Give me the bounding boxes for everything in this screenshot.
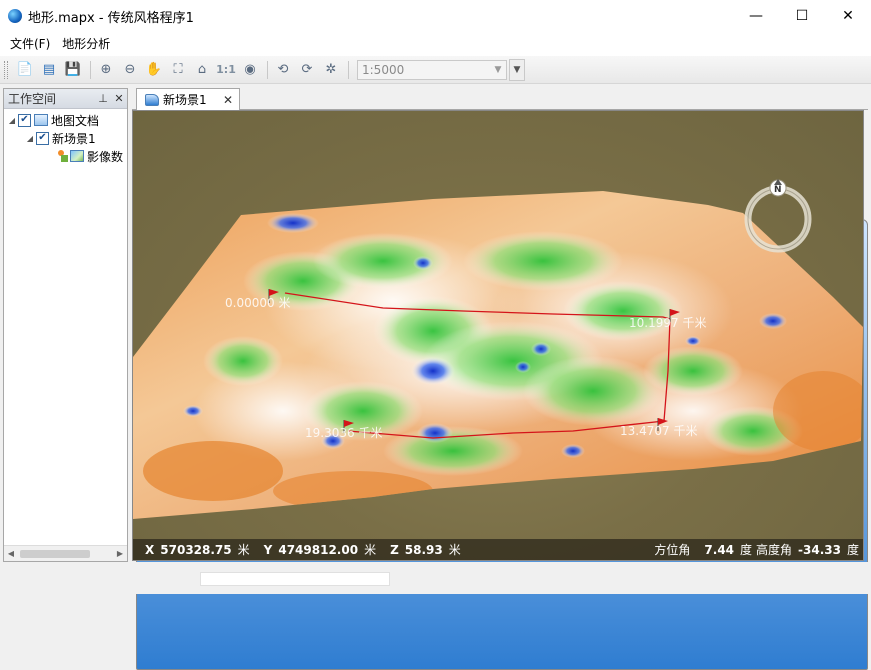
maximize-button[interactable]: ☐	[779, 0, 825, 32]
x-unit: 米	[237, 543, 250, 557]
minimize-button[interactable]: —	[733, 0, 779, 32]
azimuth-label: 方位角	[654, 543, 691, 557]
app-globe-icon	[8, 9, 22, 23]
scale-select-value: 1:5000	[362, 62, 405, 77]
application-status-bar	[0, 562, 871, 594]
checkbox-map-document[interactable]: ✔	[18, 113, 31, 127]
scale-select[interactable]: 1:5000 ▼	[357, 59, 507, 80]
visibility-icon[interactable]: ◉	[239, 59, 261, 81]
pin-icon[interactable]: ⊥	[95, 92, 111, 105]
scrollbar-track[interactable]	[18, 549, 113, 559]
azimuth-unit: 度	[740, 543, 753, 557]
workspace-title: 工作空间	[8, 92, 57, 106]
map-document-icon	[34, 114, 48, 126]
y-value: 4749812.00	[278, 542, 359, 557]
one-to-one-icon[interactable]: 1:1	[215, 59, 237, 81]
full-extent-icon[interactable]: ⛶	[167, 59, 189, 81]
elevation-value: -34.33	[798, 542, 841, 557]
x-value: 570328.75	[160, 542, 232, 557]
window-controls: — ☐ ✕	[733, 0, 871, 32]
zoom-in-icon[interactable]: ⊕	[95, 59, 117, 81]
z-value: 58.93	[404, 542, 443, 557]
scene-3d-view[interactable]: 0.00000 米 10.1997 千米 19.3036 千米 13.4707 …	[132, 110, 864, 561]
z-label: Z	[390, 542, 399, 557]
measure-label: 19.3036 千米	[305, 426, 382, 440]
measure-label: 13.4707 千米	[620, 424, 697, 438]
tree-item-scene[interactable]: ◢ ✔ 新场景1	[4, 129, 868, 670]
compass-north-label: N	[774, 185, 782, 195]
menu-file[interactable]: 文件(F)	[4, 33, 56, 55]
tab-label: 新场景1	[163, 93, 207, 107]
new-document-icon[interactable]: 📄	[14, 59, 36, 81]
close-button[interactable]: ✕	[825, 0, 871, 32]
tree-item-map-document[interactable]: ◢ ✔ 地图文档	[4, 111, 127, 129]
menu-terrain-analysis[interactable]: 地形分析	[56, 33, 116, 55]
layer-state-icon	[58, 150, 68, 162]
workspace-panel: 工作空间 ⊥ ✕ ◢ ✔ 地图文档 ◢ ✔ 新场景1 影像数 ◀ ▶	[3, 88, 868, 670]
tree-item-image-layer[interactable]: 影像数	[4, 147, 127, 165]
toolbar: 📄 ▤ 💾 ⊕ ⊖ ✋ ⛶ ⌂ 1:1 ◉ ⟲ ⟳ ✲ 1:5000 ▼ ▼	[0, 56, 871, 84]
scrollbar-thumb[interactable]	[20, 549, 90, 558]
elevation-label: 高度角	[756, 543, 793, 557]
tree-item-label: 影像数	[87, 149, 124, 164]
azimuth-value: 7.44	[704, 542, 735, 557]
status-field	[200, 572, 390, 586]
toolbar-overflow-button[interactable]: ▼	[509, 58, 525, 81]
document-tab-strip: 新场景1 ✕	[132, 88, 868, 110]
chevron-down-icon: ▼	[494, 64, 502, 75]
close-icon[interactable]: ✕	[111, 92, 127, 105]
scene-icon	[145, 93, 159, 106]
expand-arrow-icon[interactable]: ◢	[24, 134, 36, 143]
checkbox-scene[interactable]: ✔	[36, 131, 49, 145]
workspace-tree: ◢ ✔ 地图文档 ◢ ✔ 新场景1 影像数	[4, 109, 868, 670]
open-icon[interactable]: ▤	[38, 59, 60, 81]
toolbar-grip[interactable]	[4, 60, 8, 79]
z-unit: 米	[448, 543, 461, 557]
scene-status-bar: X 570328.75 米 Y 4749812.00 米 Z 58.93 米 方…	[133, 539, 863, 560]
toolbar-separator	[348, 60, 349, 79]
save-icon[interactable]: 💾	[62, 59, 84, 81]
menu-bar: 文件(F) 地形分析	[0, 32, 871, 56]
y-unit: 米	[364, 543, 377, 557]
toolbar-separator	[267, 60, 268, 79]
terrain-canvas[interactable]: 0.00000 米 10.1997 千米 19.3036 千米 13.4707 …	[133, 111, 864, 561]
workspace-horizontal-scrollbar[interactable]: ◀ ▶	[4, 545, 127, 561]
tab-scene[interactable]: 新场景1 ✕	[136, 88, 240, 110]
fly-home-icon[interactable]: ⌂	[191, 59, 213, 81]
tab-close-icon[interactable]: ✕	[221, 93, 235, 107]
compass-navigator[interactable]: N	[744, 179, 812, 253]
elevation-unit: 度	[846, 543, 859, 557]
scroll-left-icon[interactable]: ◀	[4, 549, 18, 558]
tree-item-label: 地图文档	[51, 113, 100, 128]
expand-arrow-icon[interactable]: ◢	[6, 116, 18, 125]
scroll-right-icon[interactable]: ▶	[113, 549, 127, 558]
pan-hand-icon[interactable]: ✋	[143, 59, 165, 81]
tree-item-label: 新场景1	[52, 131, 96, 146]
rotate-left-icon[interactable]: ⟲	[272, 59, 294, 81]
image-layer-icon	[70, 150, 84, 162]
title-bar: 地形.mapx - 传统风格程序1 — ☐ ✕	[0, 0, 871, 32]
window-title: 地形.mapx - 传统风格程序1	[28, 10, 194, 26]
magic-wand-icon[interactable]: ✲	[320, 59, 342, 81]
measure-label: 0.00000 米	[225, 296, 290, 310]
measure-label: 10.1997 千米	[629, 316, 706, 330]
workspace-header: 工作空间 ⊥ ✕	[4, 89, 127, 109]
toolbar-separator	[90, 60, 91, 79]
rotate-right-icon[interactable]: ⟳	[296, 59, 318, 81]
x-label: X	[145, 542, 155, 557]
zoom-out-icon[interactable]: ⊖	[119, 59, 141, 81]
y-label: Y	[263, 542, 273, 557]
